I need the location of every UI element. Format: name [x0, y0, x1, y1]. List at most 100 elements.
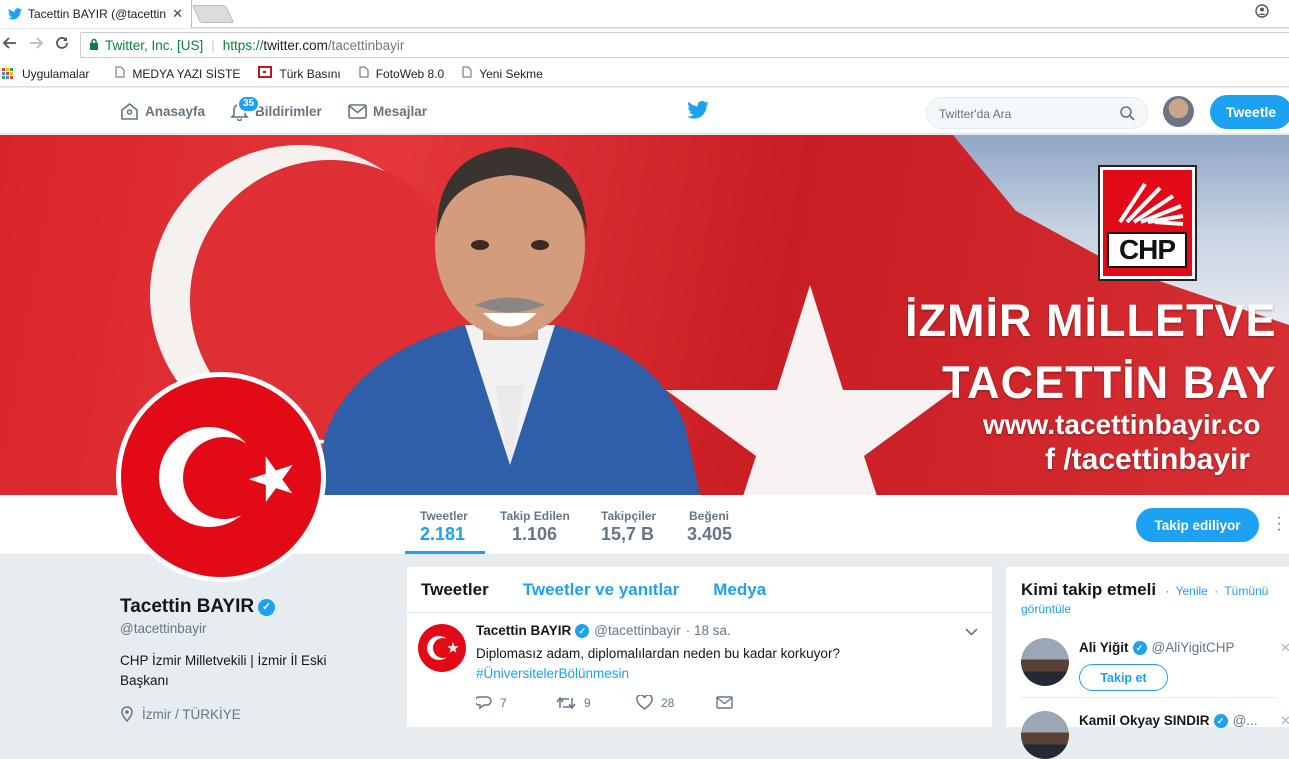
back-arrow-icon[interactable]	[2, 35, 18, 56]
tab-tweets-and-replies[interactable]: Tweetler ve yanıtlar	[523, 580, 680, 600]
banner-text-facebook: f /tacettinbayir	[1045, 443, 1251, 476]
profile-location-text: İzmir / TÜRKİYE	[142, 706, 241, 722]
stat-label: Beğeni	[689, 509, 730, 523]
lock-icon	[89, 38, 99, 53]
chevron-down-icon[interactable]	[965, 625, 978, 639]
profile-handle[interactable]: @tacettinbayir	[120, 621, 207, 636]
location-pin-icon	[121, 706, 133, 722]
tweet[interactable]: Tacettin BAYIR ✓ @tacettinbayir · 18 sa.…	[407, 613, 992, 710]
site-identity[interactable]: Twitter, Inc. [US]	[105, 38, 203, 53]
retweet-icon	[556, 696, 576, 709]
banner-portrait	[315, 147, 700, 495]
bookmark-label: Yeni Sekme	[479, 66, 543, 81]
bookmark-label: FotoWeb 8.0	[375, 66, 445, 81]
nav-home[interactable]: Anasayfa	[120, 88, 205, 134]
bookmark-yeni-sekme[interactable]: Yeni Sekme	[462, 66, 543, 81]
dismiss-icon[interactable]: ✕	[1280, 713, 1289, 729]
url-host: twitter.com	[263, 37, 328, 53]
search-input[interactable]: Twitter'da Ara	[926, 97, 1148, 129]
direct-message-button[interactable]	[716, 695, 796, 710]
tweet-avatar[interactable]	[418, 624, 466, 672]
twitter-logo-icon[interactable]	[687, 101, 709, 119]
bookmark-label: MEDYA YAZI SİSTEM	[132, 66, 241, 81]
suggestion-avatar[interactable]	[1021, 638, 1069, 686]
tweet-actions: 7 9 28	[476, 695, 796, 710]
tweet-timestamp[interactable]: · 18 sa.	[686, 623, 731, 638]
tab-title: Tacettin BAYIR (@tacettinbayir) | Twitte…	[28, 7, 166, 21]
apps-grid-icon	[2, 67, 14, 80]
browser-tab[interactable]: Tacettin BAYIR (@tacettinbayir) | Twitte…	[0, 0, 192, 28]
bookmark-medya[interactable]: MEDYA YAZI SİSTEM	[115, 66, 240, 81]
active-stat-underline	[405, 551, 485, 554]
verified-badge-icon: ✓	[1213, 713, 1228, 728]
tweet-hashtag[interactable]: #ÜniversitelerBölünmesin	[476, 664, 976, 684]
profile-name-text: Tacettin BAYIR	[120, 596, 255, 617]
twitter-bird-icon	[8, 8, 22, 20]
account-avatar[interactable]	[1163, 96, 1194, 127]
reply-icon	[476, 696, 492, 710]
stat-tweets[interactable]: Tweetler 2.181	[420, 509, 468, 545]
separator-dot: ·	[1214, 584, 1219, 598]
page-icon	[462, 66, 472, 81]
follow-button[interactable]: Takip et	[1079, 664, 1168, 691]
divider	[1021, 697, 1277, 698]
forward-arrow-icon[interactable]	[28, 35, 44, 56]
retweet-button[interactable]: 9	[556, 695, 636, 710]
bookmark-label: Türk Basını	[279, 66, 341, 81]
refresh-link[interactable]: Yenile	[1176, 584, 1208, 598]
tab-media[interactable]: Medya	[713, 580, 766, 600]
tweet-author-name[interactable]: Tacettin BAYIR	[476, 623, 571, 638]
stat-value: 3.405	[687, 524, 733, 544]
like-count: 28	[661, 695, 675, 710]
chp-logo-text: CHP	[1107, 232, 1187, 268]
stat-following[interactable]: Takip Edilen 1.106	[500, 509, 570, 545]
reply-button[interactable]: 7	[476, 695, 556, 710]
close-tab-icon[interactable]: ✕	[172, 6, 183, 22]
stat-likes[interactable]: Beğeni 3.405	[687, 509, 732, 545]
nav-home-label: Anasayfa	[145, 103, 206, 119]
dismiss-icon[interactable]: ✕	[1280, 640, 1289, 656]
verified-badge-icon: ✓	[1132, 640, 1147, 655]
bookmark-apps[interactable]: Uygulamalar	[0, 67, 89, 81]
timeline: Tweetler Tweetler ve yanıtlar Medya Tace…	[406, 566, 993, 728]
profile-name[interactable]: Tacettin BAYIR ✓	[120, 596, 276, 618]
nav-notifications-label: Bildirimler	[255, 103, 322, 119]
tab-tweets[interactable]: Tweetler	[421, 580, 489, 600]
stat-followers[interactable]: Takipçiler 15,7 B	[601, 509, 656, 545]
nav-messages[interactable]: Mesajlar	[348, 88, 427, 134]
bookmark-fotoweb[interactable]: FotoWeb 8.0	[359, 66, 444, 81]
url-path: /tacettinbayir	[327, 37, 405, 53]
stat-value: 2.181	[420, 524, 466, 544]
new-tab-button[interactable]	[191, 5, 235, 23]
more-options-icon[interactable]: · · ·	[1276, 510, 1282, 538]
suggestion-name[interactable]: Ali Yiğit ✓ @AliYigitCHP	[1079, 640, 1235, 655]
suggestion-avatar[interactable]	[1021, 711, 1069, 759]
address-bar-row: Twitter, Inc. [US] | https:// twitter.co…	[0, 29, 1289, 61]
suggestion-name-text: Ali Yiğit	[1079, 640, 1129, 655]
bookmark-turk-basini[interactable]: Türk Basını	[258, 65, 341, 82]
suggestion-name[interactable]: Kamil Okyay SINDIR ✓ @...	[1079, 713, 1258, 728]
timeline-tabs: Tweetler Tweetler ve yanıtlar Medya	[407, 567, 992, 613]
tweet-button[interactable]: Tweetle	[1210, 95, 1289, 129]
browser-profile-icon[interactable]	[1255, 4, 1269, 21]
banner-text-line1: İZMİR MİLLETVE	[905, 295, 1277, 346]
reload-icon[interactable]	[54, 35, 70, 56]
tweet-author-handle[interactable]: @tacettinbayir	[594, 623, 681, 638]
envelope-icon	[348, 103, 367, 119]
profile-avatar[interactable]	[116, 372, 326, 582]
suggestion-handle: @...	[1232, 713, 1258, 728]
stat-value: 1.106	[512, 524, 558, 544]
like-button[interactable]: 28	[636, 695, 716, 710]
search-icon[interactable]	[1120, 106, 1135, 121]
profile-location: İzmir / TÜRKİYE	[120, 706, 241, 722]
search-placeholder: Twitter'da Ara	[939, 107, 1012, 121]
url-input[interactable]: Twitter, Inc. [US] | https:// twitter.co…	[80, 32, 1289, 58]
profile-bio: CHP İzmir Milletvekili | İzmir İl Eski B…	[120, 653, 327, 688]
stat-label: Takipçiler	[601, 509, 657, 523]
retweet-count: 9	[584, 695, 591, 710]
banner-text-website: www.tacettinbayir.co	[983, 409, 1261, 440]
following-button[interactable]: Takip ediliyor	[1136, 508, 1259, 542]
stat-label: Tweetler	[420, 509, 468, 523]
chp-party-logo: CHP	[1100, 167, 1195, 279]
twitter-top-nav: Anasayfa Bildirimler 35 Mesajlar Twitter…	[0, 88, 1289, 134]
